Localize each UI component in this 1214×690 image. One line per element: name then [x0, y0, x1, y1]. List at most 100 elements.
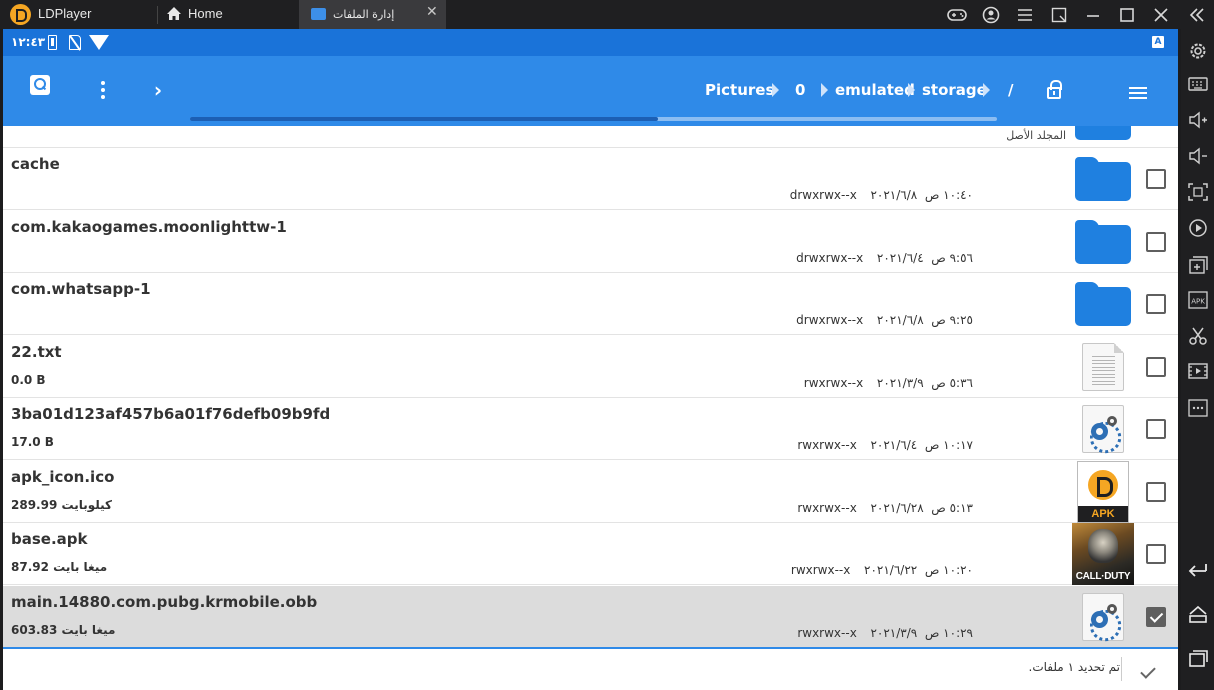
confirm-check-icon[interactable] — [1140, 663, 1156, 679]
maximize-icon[interactable] — [1116, 4, 1138, 26]
folder-icon — [1075, 157, 1131, 201]
file-size: 0.0 B — [11, 373, 46, 387]
shrink-window-icon[interactable] — [1048, 4, 1070, 26]
emulator-sidebar: APK — [1181, 29, 1214, 690]
wifi-icon — [89, 35, 109, 50]
file-date: ٢٠٢١/٦/٤ — [876, 251, 924, 265]
file-name: base.apk — [11, 530, 88, 548]
battery-icon — [48, 35, 57, 50]
file-checkbox[interactable] — [1146, 607, 1166, 627]
close-window-icon[interactable] — [1150, 4, 1172, 26]
file-row[interactable]: apk_icon.ico 289.99 كيلوبايت rwxrwx--x ٥:١… — [3, 461, 1178, 523]
forward-button[interactable]: › — [143, 75, 173, 105]
breadcrumb-separator-icon — [821, 83, 828, 97]
file-checkbox[interactable] — [1146, 232, 1166, 252]
parent-folder-label: المجلد الأصل — [1006, 129, 1066, 142]
file-row[interactable]: 22.txt 0.0 B rwxrwx--x ٥:٣٦ ص ٢٠٢١/٣/٩ — [3, 336, 1178, 398]
selection-status-bar: تم تحديد ١ ملفات. — [3, 647, 1178, 690]
folder-icon — [1075, 282, 1131, 326]
file-permissions: drwxrwx--x — [796, 251, 864, 265]
file-date: ٢٠٢١/٦/٢٨ — [870, 501, 924, 515]
file-thumbnail[interactable] — [1071, 336, 1135, 398]
account-icon[interactable] — [980, 4, 1002, 26]
cod-title: CALL·DUTY — [1075, 571, 1131, 582]
gamepad-icon[interactable] — [946, 4, 968, 26]
lock-icon[interactable] — [1047, 80, 1062, 99]
file-permissions: rwxrwx--x — [803, 376, 864, 390]
scissors-icon[interactable] — [1187, 325, 1209, 347]
breadcrumb-separator-icon — [908, 83, 915, 97]
volume-up-icon[interactable] — [1187, 109, 1209, 131]
loading-progress-fill — [190, 117, 658, 121]
breadcrumb-emulated[interactable]: emulated — [835, 81, 915, 99]
file-date: ٢٠٢١/٣/٩ — [870, 626, 918, 640]
fullscreen-icon[interactable] — [1187, 181, 1209, 203]
file-row[interactable]: cache drwxrwx--x ١٠:٤٠ ص ٢٠٢١/٦/٨ — [3, 148, 1178, 210]
collapse-sidebar-icon[interactable] — [1186, 4, 1208, 26]
app-name: LDPlayer — [38, 6, 92, 21]
file-date: ٢٠٢١/٣/٩ — [876, 376, 924, 390]
file-permissions: rwxrwx--x — [797, 438, 857, 452]
search-button[interactable] — [30, 75, 60, 105]
install-apk-icon[interactable]: APK — [1187, 289, 1209, 311]
file-thumbnail[interactable] — [1071, 398, 1135, 460]
file-name: apk_icon.ico — [11, 468, 115, 486]
file-checkbox[interactable] — [1146, 419, 1166, 439]
file-row[interactable]: base.apk 87.92 ميغا بايت rwxrwx--x ١٠:٢٠ ص… — [3, 523, 1178, 585]
file-row[interactable]: main.14880.com.pubg.krmobile.obb 603.83 م… — [3, 586, 1178, 647]
operation-record-icon[interactable] — [1187, 217, 1209, 239]
menu-icon[interactable] — [1014, 4, 1036, 26]
status-divider — [1121, 657, 1122, 681]
more-options-icon[interactable] — [1187, 397, 1209, 419]
overflow-menu-button[interactable] — [88, 75, 118, 105]
breadcrumb-pictures[interactable]: Pictures — [705, 81, 774, 99]
android-screen: ١٢:٤٣ A › Pictures 0 emulated storage / — [3, 29, 1178, 690]
keyboard-icon[interactable] — [1187, 73, 1209, 95]
file-manager-tab[interactable]: إدارة الملفات ✕ — [299, 0, 446, 29]
file-time: ١٠:٤٠ ص — [924, 188, 973, 202]
file-thumbnail[interactable] — [1071, 211, 1135, 273]
parent-folder-row[interactable]: المجلد الأصل — [3, 126, 1178, 148]
file-thumbnail[interactable] — [1071, 148, 1135, 210]
file-checkbox[interactable] — [1146, 357, 1166, 377]
file-thumbnail[interactable] — [1071, 273, 1135, 335]
breadcrumb-separator-icon — [772, 83, 779, 97]
file-thumbnail[interactable]: CALL·DUTY — [1071, 523, 1135, 585]
file-checkbox[interactable] — [1146, 482, 1166, 502]
file-meta: drwxrwx--x ٩:٢٥ ص ٢٠٢١/٦/٨ — [796, 313, 973, 327]
file-thumbnail[interactable] — [1071, 586, 1135, 647]
file-meta: rwxrwx--x ١٠:٢٩ ص ٢٠٢١/٣/٩ — [797, 626, 973, 640]
breadcrumb-root[interactable]: / — [1008, 81, 1013, 99]
android-home-icon[interactable] — [1187, 603, 1209, 625]
video-icon[interactable] — [1187, 360, 1209, 382]
breadcrumb-0[interactable]: 0 — [795, 81, 805, 99]
folder-icon — [1075, 220, 1131, 264]
file-list: المجلد الأصل cache drwxrwx--x ١٠:٤٠ ص ٢٠٢… — [3, 126, 1178, 647]
file-size: 87.92 ميغا بايت — [11, 560, 108, 574]
file-meta: rwxrwx--x ١٠:١٧ ص ٢٠٢١/٦/٤ — [797, 438, 973, 452]
android-statusbar: ١٢:٤٣ A — [3, 29, 1178, 56]
config-file-icon — [1082, 405, 1124, 453]
file-name: com.whatsapp-1 — [11, 280, 151, 298]
back-icon[interactable] — [1187, 558, 1209, 580]
home-tab-label: Home — [188, 6, 223, 21]
file-row[interactable]: 3ba01d123af457b6a01f76defb09b9fd 17.0 B rw… — [3, 398, 1178, 460]
close-tab-icon[interactable]: ✕ — [426, 4, 438, 20]
multi-instance-icon[interactable] — [1187, 254, 1209, 276]
file-checkbox[interactable] — [1146, 294, 1166, 314]
file-meta: rwxrwx--x ٥:٣٦ ص ٢٠٢١/٣/٩ — [804, 376, 973, 390]
file-row[interactable]: com.whatsapp-1 drwxrwx--x ٩:٢٥ ص ٢٠٢١/٦/٨ — [3, 273, 1178, 335]
volume-down-icon[interactable] — [1187, 145, 1209, 167]
file-row[interactable]: com.kakaogames.moonlighttw-1 drwxrwx--x ٩… — [3, 211, 1178, 273]
file-checkbox[interactable] — [1146, 169, 1166, 189]
file-time: ٩:٥٦ ص — [931, 251, 973, 265]
file-size: 17.0 B — [11, 435, 54, 449]
settings-icon[interactable] — [1187, 40, 1209, 62]
file-thumbnail[interactable]: APK — [1071, 461, 1135, 523]
breadcrumb-storage[interactable]: storage — [922, 81, 987, 99]
text-file-icon — [1082, 343, 1124, 391]
recent-apps-icon[interactable] — [1187, 647, 1209, 669]
minimize-icon[interactable] — [1082, 4, 1104, 26]
file-time: ٥:٣٦ ص — [931, 376, 973, 390]
file-checkbox[interactable] — [1146, 544, 1166, 564]
